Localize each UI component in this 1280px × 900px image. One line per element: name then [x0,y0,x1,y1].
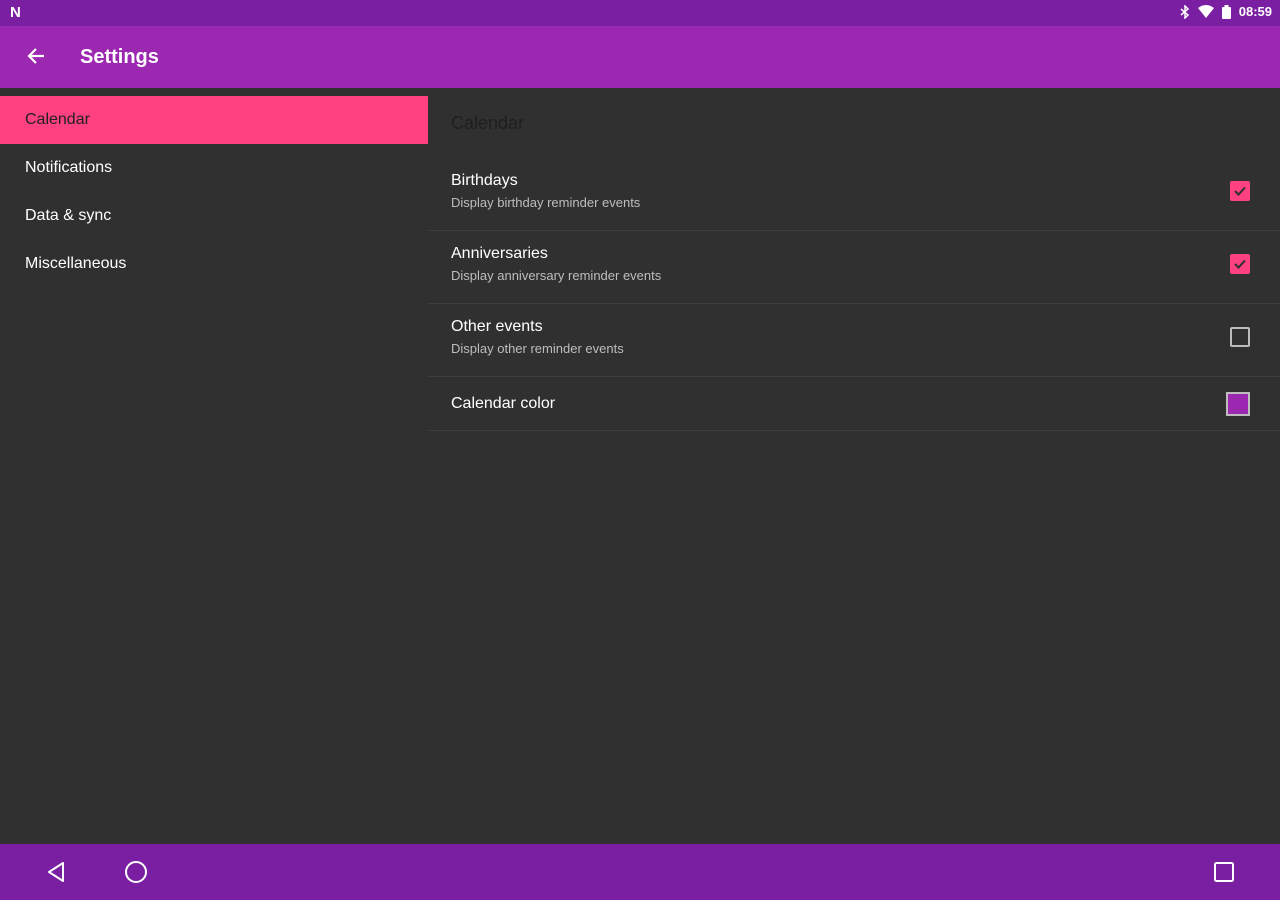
pref-anniversaries[interactable]: Anniversaries Display anniversary remind… [428,231,1280,304]
pref-other-events[interactable]: Other events Display other reminder even… [428,304,1280,377]
back-triangle-icon [48,862,64,882]
sidebar-item-miscellaneous[interactable]: Miscellaneous [0,240,428,288]
nav-recents-button[interactable] [1210,858,1238,886]
status-time: 08:59 [1238,4,1272,19]
calendar-color-swatch[interactable] [1226,392,1250,416]
birthdays-checkbox[interactable] [1230,181,1250,201]
n-notification-icon: N [10,4,21,21]
pref-birthdays[interactable]: Birthdays Display birthday reminder even… [428,158,1280,231]
pref-summary: Display anniversary reminder events [451,268,662,283]
sidebar-item-notifications[interactable]: Notifications [0,144,428,192]
settings-detail: Calendar Birthdays Display birthday remi… [428,88,1280,431]
pref-title: Calendar color [451,395,556,412]
pref-summary: Display birthday reminder events [451,195,641,210]
home-circle-icon [125,861,147,883]
check-icon [1234,259,1246,269]
navigation-bar [0,844,1280,900]
recents-square-icon [1214,862,1234,882]
sidebar-item-label: Data & sync [25,207,112,224]
other-events-checkbox[interactable] [1230,327,1250,347]
anniversaries-checkbox[interactable] [1230,254,1250,274]
pref-title: Anniversaries [451,245,548,262]
settings-sidebar: Calendar Notifications Data & sync Misce… [0,96,428,288]
wifi-icon [1197,5,1214,18]
status-bar: N 08:59 [0,0,1280,26]
nav-back-button[interactable] [42,858,70,886]
battery-icon [1221,4,1231,19]
status-icons: 08:59 [1180,4,1272,19]
sidebar-item-data-sync[interactable]: Data & sync [0,192,428,240]
page-title: Settings [80,46,159,68]
bluetooth-icon [1180,4,1190,19]
arrow-back-icon [27,47,45,70]
sidebar-item-label: Calendar [25,111,90,128]
pref-title: Other events [451,318,543,335]
pref-summary: Display other reminder events [451,341,624,356]
pref-title: Birthdays [451,172,518,189]
sidebar-item-calendar[interactable]: Calendar [0,96,428,144]
check-icon [1234,186,1246,196]
sidebar-item-label: Miscellaneous [25,255,127,272]
section-title: Calendar [451,113,525,133]
back-button[interactable] [20,42,52,74]
sidebar-item-label: Notifications [25,159,113,176]
settings-content: Calendar Notifications Data & sync Misce… [0,88,1280,844]
app-bar: Settings [0,26,1280,88]
pref-calendar-color[interactable]: Calendar color [428,377,1280,431]
nav-home-button[interactable] [122,858,150,886]
